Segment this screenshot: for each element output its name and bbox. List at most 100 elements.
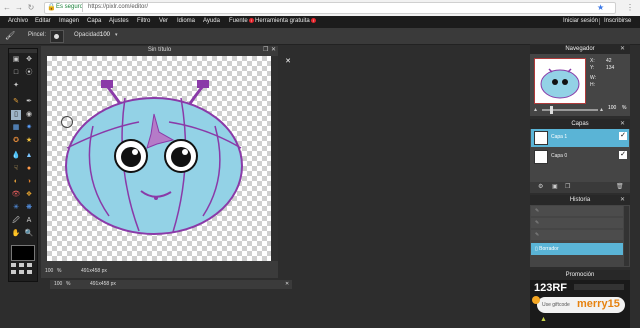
eraser-icon[interactable]: ▯ — [11, 110, 21, 120]
marquee-icon[interactable]: □ — [11, 68, 21, 78]
zoom-slider-thumb[interactable] — [550, 106, 553, 114]
doc-zoom-value[interactable]: 100 — [45, 266, 53, 276]
menu-editar[interactable]: Editar — [35, 18, 51, 24]
drawing-icon[interactable]: ★ — [24, 136, 34, 146]
color-replace-icon[interactable]: ✪ — [11, 136, 21, 146]
layer-row-capa-1[interactable]: Capa 1 ✓ — [531, 129, 629, 147]
panel-close-icon[interactable]: ✕ — [284, 58, 292, 66]
history-item-active[interactable]: ▯ Borrador — [531, 243, 623, 255]
zoom-icon[interactable]: 🔍 — [24, 229, 34, 239]
navigator-close-icon[interactable]: ✕ — [620, 44, 625, 54]
navigator-thumbnail[interactable] — [534, 58, 586, 104]
doc-size: 491x458 px — [81, 268, 107, 274]
brush-icon[interactable]: ✒ — [24, 97, 34, 107]
menu-divider — [599, 18, 600, 25]
layers-close-icon[interactable]: ✕ — [620, 119, 625, 129]
history-icon: ✎ — [535, 232, 540, 238]
gift-code-value: merry15 — [577, 298, 620, 310]
maximize-icon[interactable]: ❐ — [263, 46, 268, 53]
pencil-icon[interactable]: ✎ — [11, 97, 21, 107]
view-mode-icons[interactable] — [11, 263, 33, 277]
layer-settings-icon[interactable]: ⚙ — [538, 183, 543, 190]
menu-ajustes[interactable]: Ajustes — [109, 18, 129, 24]
type-icon[interactable]: A — [24, 216, 34, 226]
menu-fuente[interactable]: Fuente! — [229, 18, 254, 24]
brush-preset-picker[interactable] — [50, 30, 64, 43]
bookmark-star-icon[interactable]: ★ — [597, 3, 604, 12]
menu-idioma[interactable]: Idioma — [177, 18, 195, 24]
menu-herramienta-gratuita[interactable]: Herramienta gratuita! — [255, 18, 316, 24]
menu-capa[interactable]: Capa — [87, 18, 101, 24]
lasso-icon[interactable]: ⦿ — [24, 68, 34, 78]
new-badge: ! — [248, 18, 254, 23]
browser-menu-icon[interactable]: ⋮ — [626, 3, 634, 12]
wand-icon[interactable]: ✦ — [11, 81, 21, 91]
reload-icon[interactable]: ↻ — [26, 3, 36, 13]
history-scrollbar[interactable] — [624, 206, 629, 266]
new-layer-icon[interactable]: ❐ — [565, 183, 570, 190]
bg-close-icon[interactable]: ✕ — [285, 280, 289, 289]
blur-icon[interactable]: 💧 — [11, 151, 21, 161]
clone-stamp-icon[interactable]: ✷ — [24, 123, 34, 133]
delete-layer-icon[interactable]: 🗑 — [616, 183, 624, 190]
red-eye-icon[interactable]: 👁 — [11, 190, 21, 200]
spot-heal-icon[interactable]: ❖ — [24, 190, 34, 200]
zoom-out-icon[interactable]: ▴ — [534, 106, 537, 113]
layer-name: Capa 0 — [551, 153, 568, 159]
hand-icon[interactable]: ✋ — [11, 229, 21, 239]
dodge-icon[interactable]: ◐ — [11, 177, 21, 187]
crop-icon[interactable]: ▣ — [11, 55, 21, 65]
pinch-icon[interactable]: ❋ — [24, 203, 34, 213]
url-text[interactable]: https://pixlr.com/editor/ — [88, 4, 148, 10]
alien-drawing — [65, 80, 243, 235]
back-icon[interactable]: ← — [2, 3, 12, 13]
zoom-in-icon[interactable]: ▴ — [600, 106, 603, 113]
history-active-label: Borrador — [539, 246, 559, 252]
image-canvas[interactable] — [47, 56, 271, 261]
signin-link[interactable]: Iniciar sesión — [563, 18, 598, 24]
nav-w-label: W: — [590, 75, 597, 81]
move-icon[interactable]: ✥ — [24, 55, 34, 65]
vertical-scrollbar[interactable] — [271, 56, 278, 261]
layer-mask-icon[interactable]: ▣ — [552, 183, 558, 190]
primary-color-swatch[interactable] — [11, 245, 35, 261]
layer-row-capa-0[interactable]: Capa 0 ✓ — [531, 148, 629, 166]
doc-zoom-unit: % — [57, 268, 62, 274]
menu-archivo[interactable]: Archivo — [8, 18, 28, 24]
menu-ayuda[interactable]: Ayuda — [203, 18, 220, 24]
history-close-icon[interactable]: ✕ — [620, 195, 625, 205]
bg-zoom-unit: % — [66, 281, 71, 287]
nav-zoom-value[interactable]: 100 — [608, 105, 616, 111]
sharpen-icon[interactable]: ▲ — [24, 151, 34, 161]
history-item[interactable]: ✎ — [531, 218, 623, 228]
opacidad-value[interactable]: 100 — [100, 32, 110, 38]
history-icon: ✎ — [535, 220, 540, 226]
layer-visibility-checkbox[interactable]: ✓ — [619, 151, 627, 159]
history-header[interactable]: Historia — [530, 195, 630, 205]
bloat-icon[interactable]: ✳ — [11, 203, 21, 213]
close-window-icon[interactable]: ✕ — [271, 46, 276, 53]
menu-filtro[interactable]: Filtro — [137, 18, 150, 24]
color-picker-icon[interactable]: 🖉 — [11, 216, 21, 226]
menu-ver[interactable]: Ver — [159, 18, 168, 24]
tools-panel-handle[interactable] — [9, 49, 37, 53]
navigator-header[interactable]: Navegador — [530, 44, 630, 54]
document-title: Sin título — [147, 47, 172, 53]
history-item[interactable]: ✎ — [531, 206, 623, 216]
zoom-slider[interactable] — [542, 106, 598, 114]
smudge-icon[interactable]: ☟ — [11, 164, 21, 174]
sponge-icon[interactable]: ● — [24, 164, 34, 174]
signup-link[interactable]: Inscribirse — [604, 18, 631, 24]
layer-thumbnail — [534, 131, 548, 145]
paint-bucket-icon[interactable]: ◉ — [24, 110, 34, 120]
gift-code-text: Use giftcode — [542, 302, 570, 308]
opacidad-dropdown-icon[interactable]: ▾ — [115, 32, 118, 38]
burn-icon[interactable]: ◑ — [24, 177, 34, 187]
menu-imagen[interactable]: Imagen — [59, 18, 79, 24]
history-item[interactable]: ✎ — [531, 230, 623, 240]
forward-icon[interactable]: → — [14, 3, 24, 13]
layers-header[interactable]: Capas — [530, 119, 630, 129]
gift-code-pill[interactable]: Use giftcode merry15 — [537, 297, 625, 313]
gradient-icon[interactable]: ▦ — [11, 123, 21, 133]
layer-visibility-checkbox[interactable]: ✓ — [619, 132, 627, 140]
